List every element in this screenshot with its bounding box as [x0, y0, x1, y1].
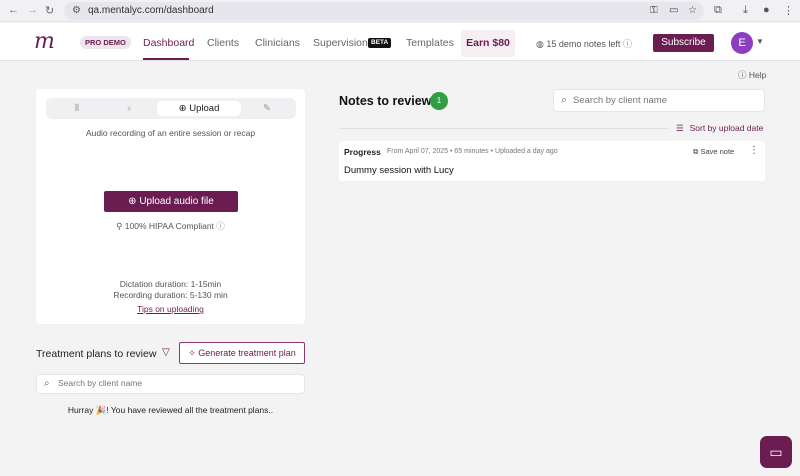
treatment-plan-search: ⌕ — [36, 374, 305, 394]
upload-caption: Audio recording of an entire session or … — [85, 128, 256, 138]
input-mode-tabs: ⦀ ♁ ⊕ Upload ✎ — [46, 98, 296, 119]
info-icon[interactable]: ⓘ — [623, 39, 632, 49]
shield-icon: ⚲ — [116, 221, 123, 231]
help-icon: ⓘ — [738, 70, 747, 80]
save-note-button[interactable]: ⧉ Save note — [693, 147, 734, 157]
active-nav-indicator — [143, 58, 189, 60]
sort-icon: ☰ — [676, 123, 684, 133]
treatment-plans-empty-message: Hurray 🎉! You have reviewed all the trea… — [36, 405, 305, 416]
generate-treatment-plan-button[interactable]: ✧ Generate treatment plan — [179, 342, 305, 364]
tab-upload[interactable]: ⊕ Upload — [157, 101, 241, 116]
search-icon: ⌕ — [44, 378, 50, 389]
nav-dashboard[interactable]: Dashboard — [143, 37, 194, 49]
magic-wand-icon: ✧ — [188, 348, 196, 358]
demo-notes-text: 15 demo notes left — [546, 39, 621, 49]
empty-message-start: Hurray — [67, 405, 96, 415]
cast-icon[interactable]: ▭ — [669, 5, 678, 16]
more-options-icon[interactable]: ⋮ — [749, 145, 759, 156]
app-header: m PRO DEMO Dashboard Clients Clinicians … — [0, 23, 800, 61]
treatment-plans-title: Treatment plans to review — [36, 348, 157, 360]
tips-on-uploading-link[interactable]: Tips on uploading — [36, 304, 305, 314]
tab-dictate[interactable]: ♁ — [103, 101, 155, 116]
url-text: qa.mentalyc.com/dashboard — [88, 5, 214, 16]
upload-audio-button[interactable]: ⊕ Upload audio file — [104, 191, 238, 212]
help-link[interactable]: ⓘ Help — [738, 69, 766, 81]
pencil-icon: ✎ — [263, 103, 271, 114]
plus-circle-icon: ⊕ — [178, 103, 187, 114]
pro-demo-badge: PRO DEMO — [80, 36, 131, 49]
bookmark-star-icon[interactable]: ☆ — [688, 5, 697, 16]
generate-treatment-plan-label: Generate treatment plan — [198, 348, 296, 358]
note-meta: From April 07, 2025 • 65 minutes • Uploa… — [387, 148, 558, 155]
hipaa-compliance: ⚲ 100% HIPAA Compliant ⓘ — [36, 220, 305, 232]
chat-bubble-icon: ▭ — [769, 444, 783, 460]
reload-icon[interactable]: ↻ — [45, 4, 54, 17]
subscribe-button[interactable]: Subscribe — [653, 34, 714, 52]
upload-card: ⦀ ♁ ⊕ Upload ✎ Audio recording of an ent… — [36, 89, 305, 324]
chevron-down-icon[interactable]: ▼ — [756, 37, 764, 46]
filter-icon[interactable]: ▽ — [162, 347, 170, 358]
party-popper-icon: 🎉 — [95, 405, 107, 415]
note-card[interactable]: Progress From April 07, 2025 • 65 minute… — [339, 141, 765, 181]
dictation-duration: Dictation duration: 1-15min — [119, 279, 222, 289]
notes-divider — [339, 128, 669, 129]
forward-icon[interactable]: → — [27, 4, 38, 16]
upload-audio-label: Upload audio file — [139, 196, 214, 207]
earn-referral-button[interactable]: Earn $80 — [461, 30, 515, 57]
help-label: Help — [748, 70, 767, 80]
extensions-icon[interactable]: ⧉ — [714, 4, 722, 17]
browser-toolbar: ← → ↻ ⚙ qa.mentalyc.com/dashboard ⚿ ▭ ☆ … — [0, 0, 800, 22]
chat-support-button[interactable]: ▭ — [760, 436, 792, 468]
notes-to-review-title: Notes to review — [339, 94, 432, 108]
nav-clinicians[interactable]: Clinicians — [255, 37, 300, 49]
beta-badge: BETA — [368, 38, 392, 48]
address-bar[interactable]: ⚙ qa.mentalyc.com/dashboard ⚿ ▭ ☆ — [64, 2, 704, 20]
recording-duration: Recording duration: 5-130 min — [113, 290, 228, 300]
download-icon[interactable]: ⤓ — [743, 4, 748, 17]
audio-wave-icon: ⦀ — [74, 103, 80, 114]
notes-search: ⌕ — [553, 89, 765, 112]
notes-count-badge: 1 — [430, 92, 448, 110]
search-icon: ⌕ — [561, 94, 568, 106]
avatar[interactable]: E — [731, 32, 753, 54]
tab-write[interactable]: ✎ — [243, 101, 291, 116]
tab-upload-label: Upload — [189, 103, 220, 114]
nav-supervision[interactable]: Supervision — [313, 37, 368, 49]
brain-icon: ◍ — [536, 39, 544, 49]
profile-icon[interactable]: ● — [763, 4, 770, 16]
sort-label: Sort by upload date — [689, 123, 764, 133]
microphone-icon: ♁ — [125, 103, 133, 114]
save-note-label: Save note — [700, 147, 735, 156]
info-icon[interactable]: ⓘ — [216, 221, 225, 231]
empty-message-end: ! You have reviewed all the treatment pl… — [106, 405, 274, 415]
tab-live-audio[interactable]: ⦀ — [51, 101, 103, 116]
notes-search-input[interactable] — [573, 95, 761, 106]
nav-templates[interactable]: Templates — [406, 37, 454, 49]
hipaa-text: 100% HIPAA Compliant — [124, 221, 214, 231]
sort-by-upload-date[interactable]: ☰ Sort by upload date — [676, 123, 763, 134]
back-icon[interactable]: ← — [8, 4, 19, 16]
copy-icon: ⧉ — [693, 147, 699, 156]
browser-menu-icon[interactable]: ⋮ — [783, 4, 794, 17]
demo-notes-counter: ◍ 15 demo notes left ⓘ — [536, 37, 632, 50]
mentalyc-logo[interactable]: m — [34, 29, 55, 54]
password-key-icon[interactable]: ⚿ — [650, 5, 658, 16]
site-settings-icon[interactable]: ⚙ — [72, 5, 81, 16]
note-type: Progress — [344, 147, 381, 157]
note-title: Dummy session with Lucy — [344, 165, 454, 176]
treatment-plan-search-input[interactable] — [58, 378, 298, 388]
plus-circle-icon: ⊕ — [128, 196, 137, 207]
nav-clients[interactable]: Clients — [207, 37, 239, 49]
